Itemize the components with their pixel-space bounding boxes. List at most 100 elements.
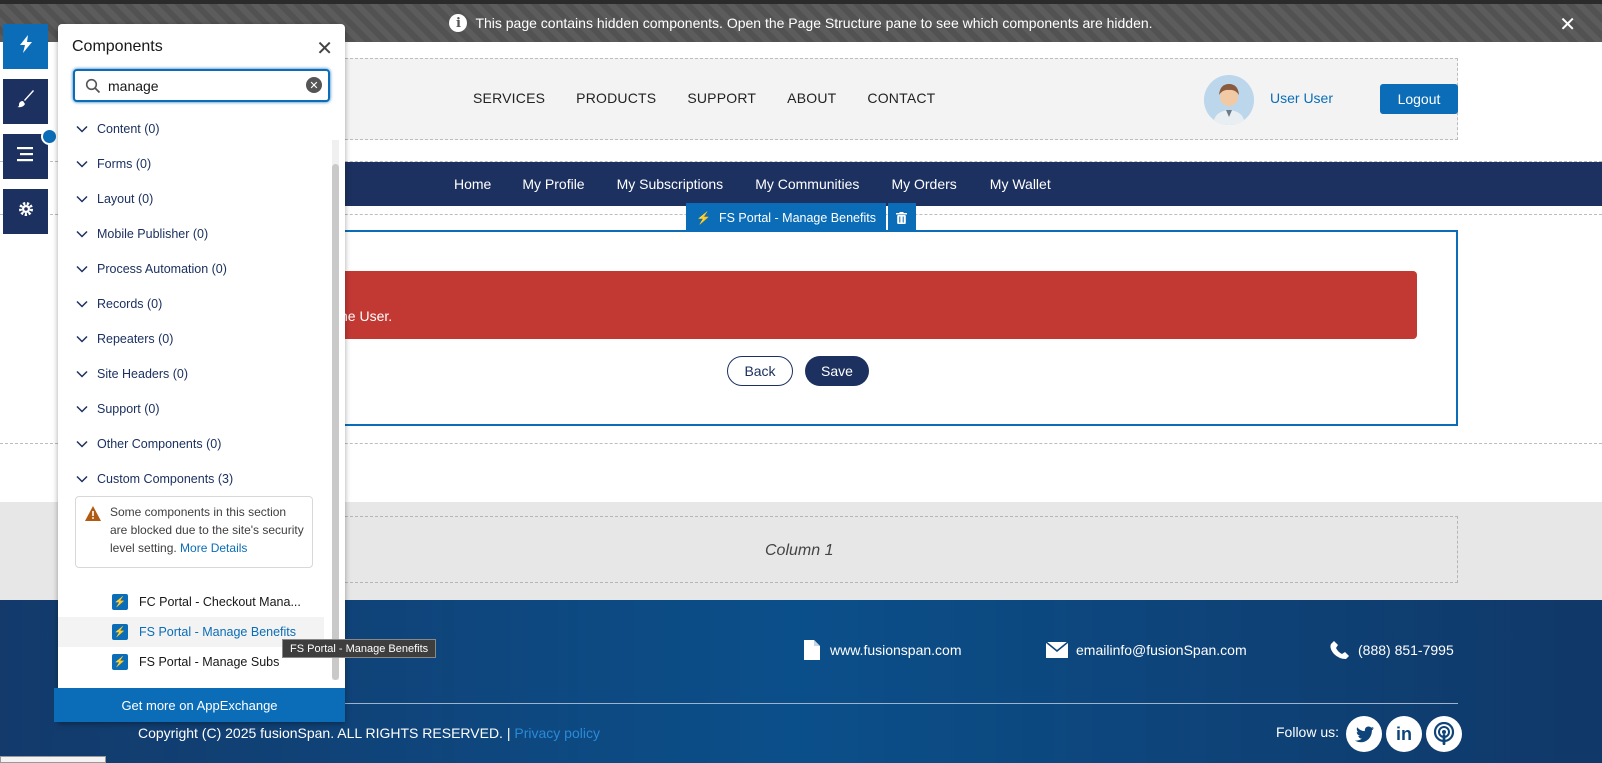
nav-products[interactable]: PRODUCTS [576, 90, 656, 106]
navbar-item-my-orders[interactable]: My Orders [891, 176, 956, 192]
more-details-link[interactable]: More Details [180, 541, 247, 555]
category-records[interactable]: Records (0) [76, 297, 162, 311]
category-process-automation[interactable]: Process Automation (0) [76, 262, 227, 276]
navbar-item-my-profile[interactable]: My Profile [522, 176, 584, 192]
clear-search-icon[interactable]: ✕ [306, 77, 322, 93]
component-label: ⚡ FS Portal - Manage Benefits [686, 203, 916, 232]
panel-scrollbar[interactable] [332, 140, 339, 680]
document-icon [802, 640, 822, 660]
navbar-item-my-wallet[interactable]: My Wallet [990, 176, 1051, 192]
envelope-icon [1046, 640, 1068, 660]
status-chip [0, 756, 106, 763]
category-support[interactable]: Support (0) [76, 402, 160, 416]
component-name-tag[interactable]: ⚡ FS Portal - Manage Benefits [686, 203, 886, 232]
footer-copyright: Copyright (C) 2025 fusionSpan. ALL RIGHT… [138, 725, 600, 741]
follow-us-label: Follow us: [1276, 724, 1340, 740]
navbar-item-home[interactable]: Home [454, 176, 491, 192]
notification-dot [41, 128, 58, 145]
settings-button[interactable] [3, 189, 48, 234]
category-mobile-publisher[interactable]: Mobile Publisher (0) [76, 227, 208, 241]
category-forms[interactable]: Forms (0) [76, 157, 151, 171]
category-label: Site Headers (0) [97, 367, 189, 381]
footer-email-text: emailinfo@fusionSpan.com [1076, 642, 1247, 658]
avatar[interactable] [1204, 75, 1254, 125]
editor-rail [3, 24, 58, 234]
close-icon[interactable]: ✕ [1559, 12, 1576, 37]
copyright-text: Copyright (C) 2025 fusionSpan. ALL RIGHT… [138, 725, 511, 741]
nav-services[interactable]: SERVICES [473, 90, 545, 106]
category-label: Repeaters (0) [97, 332, 174, 346]
lightning-icon: ⚡ [112, 624, 128, 640]
nav-contact[interactable]: CONTACT [867, 90, 935, 106]
phone-icon [1330, 640, 1350, 660]
security-warning: Some components in this section are bloc… [75, 496, 313, 568]
category-content[interactable]: Content (0) [76, 122, 160, 136]
theme-tool-button[interactable] [3, 79, 48, 124]
privacy-policy-link[interactable]: Privacy policy [514, 725, 600, 741]
chevron-down-icon [76, 335, 88, 343]
navbar-item-my-communities[interactable]: My Communities [755, 176, 859, 192]
components-tool-button[interactable] [3, 24, 48, 69]
chevron-down-icon [76, 300, 88, 308]
footer-email[interactable]: emailinfo@fusionSpan.com [1046, 640, 1247, 660]
lightning-icon: ⚡ [112, 594, 128, 610]
column-dropzone[interactable] [340, 516, 1458, 583]
category-repeaters[interactable]: Repeaters (0) [76, 332, 173, 346]
user-name-link[interactable]: User User [1270, 90, 1333, 106]
chevron-down-icon [76, 125, 88, 133]
category-label: Content (0) [97, 122, 160, 136]
category-site-headers[interactable]: Site Headers (0) [76, 367, 188, 381]
search-value: manage [108, 78, 159, 94]
category-custom-components[interactable]: Custom Components (3) [76, 472, 233, 486]
footer-phone[interactable]: (888) 851-7995 [1330, 640, 1454, 660]
podcast-icon[interactable] [1426, 716, 1462, 752]
logout-button[interactable]: Logout [1380, 84, 1458, 114]
scrollbar-thumb[interactable] [332, 164, 339, 680]
chevron-down-icon [76, 160, 88, 168]
category-label: Other Components (0) [97, 437, 222, 451]
category-label: Custom Components (3) [97, 472, 234, 486]
error-message-text: he User. [340, 308, 393, 324]
back-button[interactable]: Back [727, 356, 793, 386]
category-label: Forms (0) [97, 157, 152, 171]
lightning-icon: ⚡ [112, 654, 128, 670]
search-icon [85, 78, 101, 94]
chevron-down-icon [76, 475, 88, 483]
trash-icon [896, 211, 908, 224]
category-layout[interactable]: Layout (0) [76, 192, 153, 206]
delete-component-button[interactable] [887, 203, 916, 232]
linkedin-icon[interactable]: in [1386, 716, 1422, 752]
portal-navbar: Home My Profile My Subscriptions My Comm… [340, 162, 1602, 206]
footer-website-text: www.fusionspan.com [830, 642, 962, 658]
appexchange-button[interactable]: Get more on AppExchange [54, 688, 345, 722]
chevron-down-icon [76, 230, 88, 238]
nav-about[interactable]: ABOUT [787, 90, 836, 106]
category-label: Layout (0) [97, 192, 154, 206]
component-tooltip: FS Portal - Manage Benefits [282, 639, 437, 658]
component-item-checkout[interactable]: ⚡ FC Portal - Checkout Mana... [58, 587, 324, 617]
paintbrush-icon [16, 90, 35, 113]
twitter-icon[interactable] [1346, 716, 1382, 752]
category-label: Support (0) [97, 402, 160, 416]
category-label: Mobile Publisher (0) [97, 227, 209, 241]
close-icon[interactable]: ✕ [316, 36, 333, 61]
component-item-label: FS Portal - Manage Subs [139, 655, 280, 669]
search-input[interactable]: manage ✕ [73, 69, 330, 102]
navbar-item-my-subscriptions[interactable]: My Subscriptions [617, 176, 724, 192]
component-item-label: FC Portal - Checkout Mana... [139, 595, 301, 609]
warning-icon [85, 506, 101, 522]
column-label: Column 1 [765, 542, 834, 559]
category-other-components[interactable]: Other Components (0) [76, 437, 221, 451]
footer-website[interactable]: www.fusionspan.com [802, 640, 962, 660]
chevron-down-icon [76, 440, 88, 448]
top-navigation: SERVICES PRODUCTS SUPPORT ABOUT CONTACT [473, 90, 966, 106]
chevron-down-icon [76, 265, 88, 273]
save-button[interactable]: Save [805, 356, 869, 386]
components-panel: Components ✕ manage ✕ Content (0) Forms … [58, 24, 345, 722]
component-item-label: FS Portal - Manage Benefits [139, 625, 297, 639]
info-icon: i [449, 14, 468, 32]
category-label: Records (0) [97, 297, 163, 311]
nav-support[interactable]: SUPPORT [687, 90, 756, 106]
chevron-down-icon [76, 370, 88, 378]
banner-message: This page contains hidden components. Op… [475, 15, 1153, 31]
